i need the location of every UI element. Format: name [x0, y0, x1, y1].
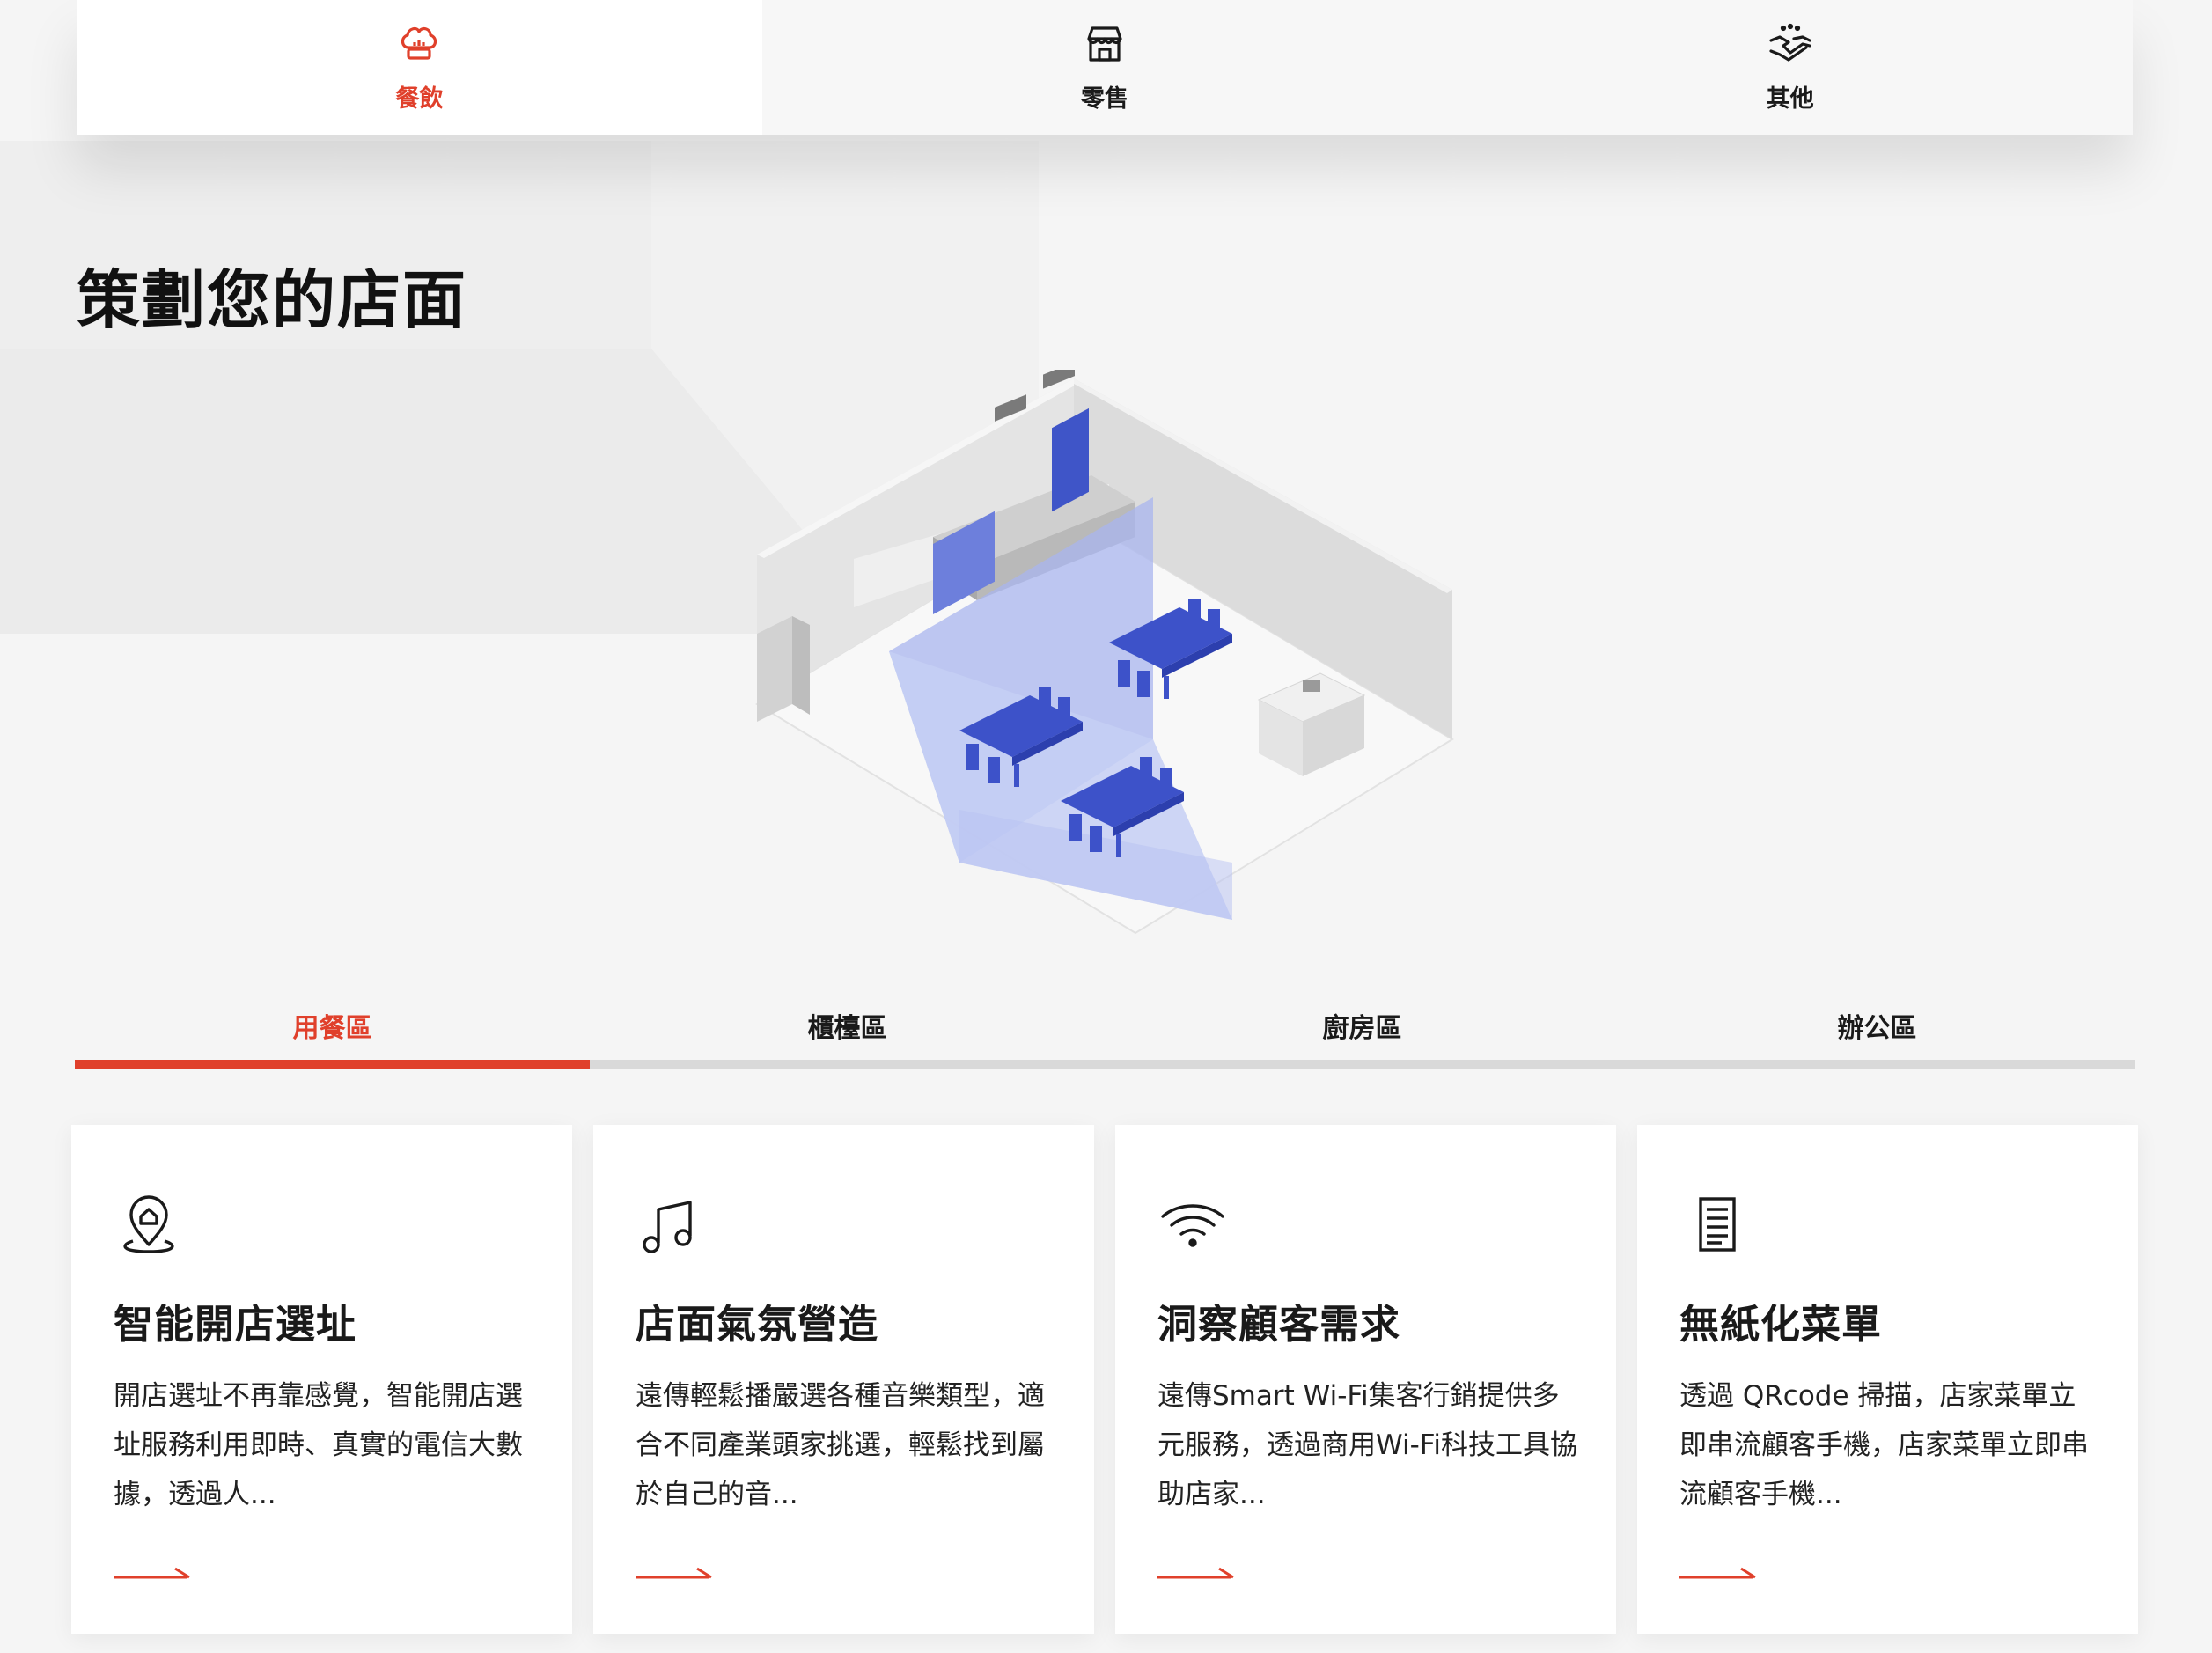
feature-cards: 智能開店選址 開店選址不再靠感覺，智能開店選址服務利用即時、真實的電信大數據，透… [71, 1125, 2140, 1634]
card-description: 遠傳Smart Wi-Fi集客行銷提供多元服務，透過商用Wi-Fi科技工具協助店… [1157, 1380, 1577, 1510]
arrow-right-icon[interactable] [1679, 1561, 1759, 1583]
feature-card[interactable]: 洞察顧客需求 遠傳Smart Wi-Fi集客行銷提供多元服務，透過商用Wi-Fi… [1115, 1125, 1616, 1634]
zone-progress-track [75, 1060, 2135, 1069]
zone-tab-counter[interactable]: 櫃檯區 [590, 995, 1105, 1056]
location-pin-icon [114, 1190, 184, 1260]
category-tab-other[interactable]: 其他 [1447, 0, 2134, 135]
card-title: 無紙化菜單 [1679, 1301, 1883, 1348]
category-label: 餐飲 [395, 85, 444, 113]
zone-tab-kitchen[interactable]: 廚房區 [1105, 995, 1620, 1056]
zone-tab-office[interactable]: 辦公區 [1620, 995, 2135, 1056]
category-tabs: 餐飲 零售 其他 [77, 0, 2134, 135]
card-title: 智能開店選址 [114, 1301, 357, 1348]
page: 餐飲 零售 其他 策劃您的店面 用餐區 櫃檯區 廚房區 辦公區 智能開店選址 開… [0, 0, 2212, 1653]
feature-card[interactable]: 店面氣氛營造 遠傳輕鬆播嚴選各種音樂類型，適合不同產業頭家挑選，輕鬆找到屬於自己… [593, 1125, 1094, 1634]
arrow-right-icon[interactable] [636, 1561, 715, 1583]
zone-tab-dining[interactable]: 用餐區 [75, 995, 590, 1056]
card-description: 遠傳輕鬆播嚴選各種音樂類型，適合不同產業頭家挑選，輕鬆找到屬於自己的音... [636, 1380, 1045, 1510]
category-tab-dining[interactable]: 餐飲 [77, 0, 762, 135]
feature-card[interactable]: 智能開店選址 開店選址不再靠感覺，智能開店選址服務利用即時、真實的電信大數據，透… [71, 1125, 572, 1634]
card-description: 開店選址不再靠感覺，智能開店選址服務利用即時、真實的電信大數據，透過人... [114, 1380, 523, 1510]
arrow-right-icon[interactable] [1157, 1561, 1237, 1583]
arrow-right-icon[interactable] [114, 1561, 193, 1583]
card-description: 透過 QRcode 掃描，店家菜單立即串流顧客手機，店家菜單立即串流顧客手機..… [1679, 1380, 2089, 1510]
card-title: 洞察顧客需求 [1157, 1301, 1401, 1348]
chef-hat-icon [396, 21, 442, 67]
paper-menu-icon [1679, 1190, 1750, 1260]
music-note-icon [636, 1190, 706, 1260]
storefront-icon [1082, 21, 1128, 67]
card-title: 店面氣氛營造 [636, 1301, 879, 1348]
zone-tabs: 用餐區 櫃檯區 廚房區 辦公區 [75, 995, 2135, 1069]
category-label: 零售 [1081, 85, 1128, 113]
zone-progress-fill [75, 1060, 590, 1069]
category-label: 其他 [1766, 85, 1814, 113]
handshake-icon [1767, 21, 1813, 67]
page-title: 策劃您的店面 [77, 263, 468, 337]
category-tab-retail[interactable]: 零售 [761, 0, 1448, 135]
wifi-icon [1157, 1190, 1228, 1260]
feature-card[interactable]: 無紙化菜單 透過 QRcode 掃描，店家菜單立即串流顧客手機，店家菜單立即串流… [1637, 1125, 2138, 1634]
restaurant-floorplan-illustration[interactable] [739, 370, 1479, 951]
